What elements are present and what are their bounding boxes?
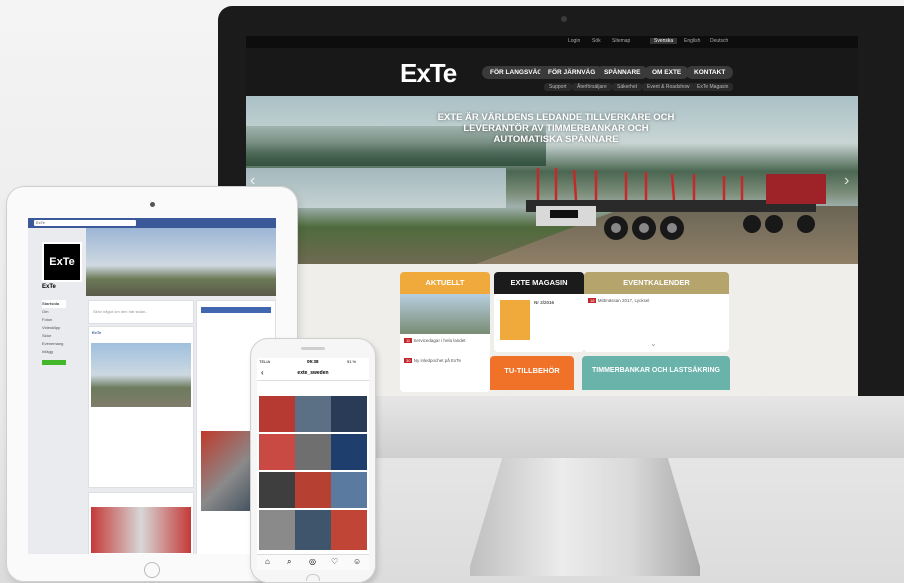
menu-startsida[interactable]: Startsida [42, 300, 66, 308]
cover-photo [86, 228, 276, 296]
card-tillbehor[interactable]: TU-TILLBEHÖR [490, 356, 574, 390]
tab-bar: ⌂ ⌕ ◎ ♡ ☺ [257, 554, 369, 570]
photo-thumb-5[interactable] [295, 434, 331, 470]
photo-thumb-6[interactable] [331, 434, 367, 470]
photo-thumb-8[interactable] [295, 472, 331, 508]
heart-icon[interactable]: ♡ [331, 557, 338, 566]
card-aktuellt-title: AKTUELLT [400, 272, 490, 294]
subnav-aterforsaljare[interactable]: Återförsäljare [572, 83, 612, 91]
site-logo[interactable]: ExTe [400, 58, 457, 89]
nav-jarnvag[interactable]: FÖR JÄRNVÄG [540, 66, 604, 79]
subnav-sakerhet[interactable]: Säkerhet [612, 83, 643, 91]
menu-sidor[interactable]: Sidor [42, 332, 66, 340]
photo-thumb-10[interactable] [259, 510, 295, 550]
profile-icon[interactable]: ☺ [353, 557, 361, 566]
menu-inlagg[interactable]: Inlägg [42, 348, 66, 356]
photo-thumb-12[interactable] [331, 510, 367, 550]
imac-stand [470, 458, 700, 576]
card-eventkalender[interactable]: EVENTKALENDER 18 Mittmässan 2017, Lyckse… [584, 272, 729, 352]
magazine-issue: Nr 2/2016 [534, 300, 555, 305]
post-photo[interactable] [91, 343, 191, 407]
facebook-topbar: ExTe [28, 218, 276, 228]
post-card-2 [88, 492, 194, 554]
menu-videoklipp[interactable]: Videoklipp [42, 324, 66, 332]
page-name: ExTe [42, 284, 56, 290]
comment-box[interactable]: Skriv något om den här sidan... [88, 300, 194, 324]
like-button[interactable] [201, 307, 271, 313]
post-photo-2[interactable] [91, 507, 191, 553]
subnav-magasin[interactable]: ExTe Magasin [692, 83, 734, 91]
magazine-cover[interactable] [500, 300, 530, 340]
news-title-1[interactable]: Servicedagar i hela landet [413, 338, 465, 343]
login-link[interactable]: Login [568, 38, 580, 44]
lang-english[interactable]: English [684, 38, 700, 44]
news-title-2[interactable]: Ny inledpochet på ExTe [414, 358, 461, 363]
card-event-title: EVENTKALENDER [584, 272, 729, 294]
iphone-screen: TELIA 09:38 91 % ‹ exte_sweden ⌂ ⌕ ◎ ♡ ☺ [257, 358, 369, 570]
home-icon[interactable]: ⌂ [265, 557, 270, 566]
camera-icon[interactable]: ◎ [309, 557, 316, 566]
site-header: ExTe FÖR LANGSVÄG FÖR JÄRNVÄG SPÄNNARE O… [246, 48, 858, 96]
camera-icon [561, 16, 567, 22]
event-name[interactable]: Mittmässan 2017, Lycksel [598, 298, 650, 303]
divider [257, 380, 369, 381]
photo-thumb-1[interactable] [259, 396, 295, 432]
home-button[interactable] [306, 574, 320, 581]
comment-placeholder: Skriv något om den här sidan... [93, 309, 149, 314]
news-image [400, 294, 490, 334]
hero-headline: EXTE ÄR VÄRLDENS LEDANDE TILLVERKARE OCH… [437, 112, 675, 145]
timber-truck-image [526, 168, 826, 240]
home-button[interactable] [144, 562, 160, 578]
page-avatar[interactable]: ExTe [42, 242, 82, 282]
status-time: 09:38 [307, 359, 319, 364]
menu-evenemang[interactable]: Evenemang [42, 340, 66, 348]
event-date: 18 [588, 298, 597, 303]
card-aktuellt[interactable]: AKTUELLT 11 Servicedagar i hela landet 3… [400, 272, 490, 392]
iphone-frame: TELIA 09:38 91 % ‹ exte_sweden ⌂ ⌕ ◎ ♡ ☺ [250, 338, 376, 583]
nav-spannare[interactable]: SPÄNNARE [596, 66, 649, 79]
photo-thumb-3[interactable] [331, 396, 367, 432]
camera-icon [150, 202, 155, 207]
subnav-support[interactable]: Support [544, 83, 572, 91]
speaker-icon [301, 347, 325, 350]
utility-bar: Login Sök Sitemap Svenska English Deutsc… [246, 36, 858, 48]
lang-svenska[interactable]: Svenska [650, 38, 678, 44]
chevron-down-icon[interactable]: ⌄ [650, 339, 657, 348]
hero-banner: EXTE ÄR VÄRLDENS LEDANDE TILLVERKARE OCH… [246, 96, 858, 264]
nav-kontakt[interactable]: KONTAKT [686, 66, 734, 79]
create-page-button[interactable] [42, 360, 66, 365]
post-card: ExTe [88, 326, 194, 488]
page-sidebar: ExTe ExTe Startsida Om Foton Videoklipp … [28, 228, 86, 554]
card-magasin-title: EXTE MAGASIN [494, 272, 584, 294]
lang-deutsch[interactable]: Deutsch [710, 38, 728, 44]
sitemap-link[interactable]: Sitemap [612, 38, 630, 44]
news-date-1: 11 [404, 338, 413, 343]
photo-thumb-9[interactable] [331, 472, 367, 508]
search-link[interactable]: Sök [592, 38, 601, 44]
photo-thumb-11[interactable] [295, 510, 331, 550]
photo-thumb-7[interactable] [259, 472, 295, 508]
ipad-screen: ExTe ExTe ExTe Startsida Om Foton Videok… [28, 218, 276, 554]
card-magasin[interactable]: EXTE MAGASIN Nr 2/2016 [494, 272, 584, 352]
search-input[interactable]: ExTe [34, 220, 136, 226]
photo-thumb-4[interactable] [259, 434, 295, 470]
search-icon[interactable]: ⌕ [287, 557, 291, 567]
news-date-2: 30 [404, 358, 413, 363]
subnav-event[interactable]: Event & Roadshow [642, 83, 695, 91]
chevron-right-icon[interactable]: › [844, 172, 849, 190]
photo-thumb-2[interactable] [295, 396, 331, 432]
card-tagline: TIMMERBANKAR OCH LASTSÄKRING SEDAN 1898 [582, 356, 730, 402]
menu-om[interactable]: Om [42, 308, 66, 316]
nav-om-exte[interactable]: OM EXTE [644, 66, 690, 79]
profile-username: exte_sweden [297, 370, 329, 376]
post-author[interactable]: ExTe [89, 327, 193, 338]
carrier: TELIA [259, 359, 271, 364]
battery: 91 % [347, 359, 357, 364]
menu-foton[interactable]: Foton [42, 316, 66, 324]
